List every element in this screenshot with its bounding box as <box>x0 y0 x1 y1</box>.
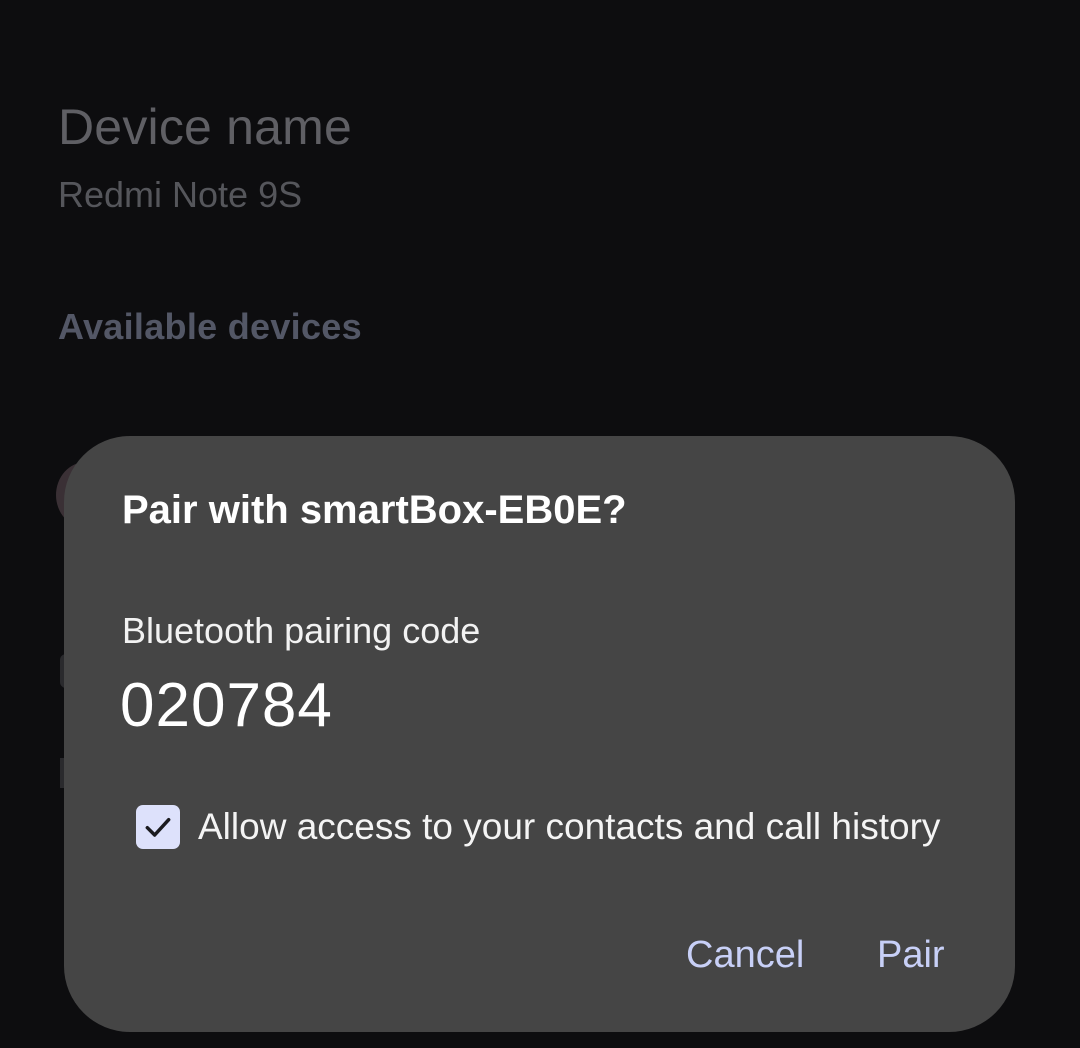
dialog-title: Pair with smartBox-EB0E? <box>122 488 627 532</box>
available-devices-header: Available devices <box>58 306 362 347</box>
device-name-value: Redmi Note 9S <box>58 174 303 215</box>
check-icon <box>145 817 171 837</box>
pairing-dialog: Pair with smartBox-EB0E? Bluetooth pairi… <box>64 436 1015 1032</box>
pair-button[interactable]: Pair <box>877 934 945 977</box>
contacts-access-checkbox[interactable] <box>136 805 180 849</box>
device-name-title[interactable]: Device name <box>58 98 352 156</box>
cancel-button[interactable]: Cancel <box>686 934 804 977</box>
contacts-access-label: Allow access to your contacts and call h… <box>198 806 941 847</box>
contacts-access-option[interactable]: Allow access to your contacts and call h… <box>136 802 940 852</box>
pairing-code-label: Bluetooth pairing code <box>122 610 481 651</box>
pairing-code-value: 020784 <box>120 671 333 740</box>
